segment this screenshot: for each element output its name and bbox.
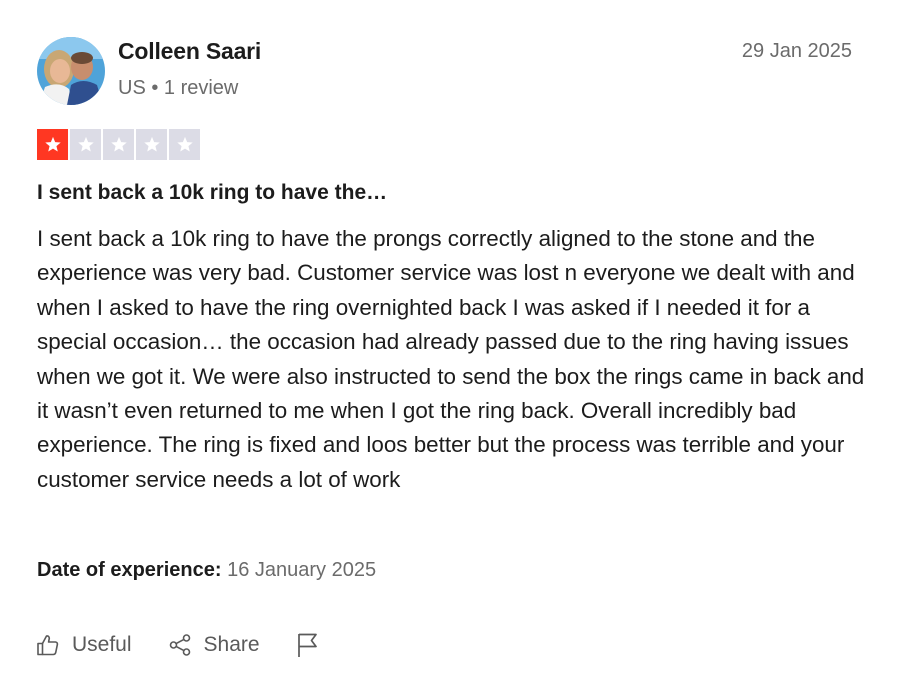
review-card: Colleen Saari US • 1 review 29 Jan 2025 … [0,0,900,690]
useful-label: Useful [72,633,132,656]
review-title[interactable]: I sent back a 10k ring to have the… [37,181,387,205]
date-of-experience: Date of experience: 16 January 2025 [37,559,376,582]
star-filled [37,129,68,160]
share-label: Share [203,633,260,656]
review-body: I sent back a 10k ring to have the prong… [37,226,865,492]
useful-button[interactable]: Useful [36,633,132,657]
experience-date: 16 January 2025 [227,559,377,581]
share-icon [169,634,190,656]
star-empty [169,129,200,160]
star-empty [103,129,134,160]
star-icon [110,136,127,152]
reviewer-meta: US • 1 review [118,77,239,99]
avatar-photo [37,37,105,105]
review-actions: Useful Share [36,632,320,658]
star-icon [143,136,160,152]
reviewer-name[interactable]: Colleen Saari [118,38,261,65]
thumbs-up-icon [37,635,59,656]
star-icon [77,136,94,152]
star-empty [136,129,167,160]
review-date: 29 Jan 2025 [741,40,852,62]
flag-icon [297,633,317,657]
experience-label: Date of experience: [37,559,222,581]
star-rating [37,129,200,160]
star-icon [44,136,61,152]
reviewer-avatar[interactable] [37,37,105,105]
share-button[interactable]: Share [168,633,260,657]
star-empty [70,129,101,160]
star-icon [176,136,193,152]
report-flag-button[interactable] [296,632,320,658]
